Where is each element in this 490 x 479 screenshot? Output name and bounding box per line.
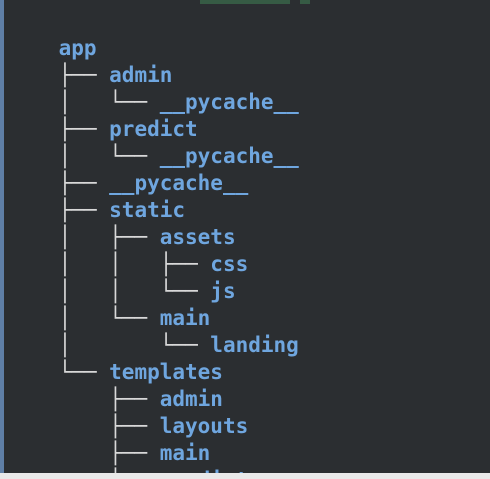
terminal-window: app ├── admin │ └── __pycache__ ├── pred… bbox=[0, 0, 490, 479]
tree-line-predict: ├── predict bbox=[8, 89, 198, 141]
tree-line-layouts: ├── layouts bbox=[8, 386, 248, 438]
directory-name-js[interactable]: js bbox=[210, 279, 235, 303]
left-edge-bar bbox=[0, 0, 4, 479]
tree-line-app: app bbox=[8, 8, 97, 60]
tree-line-js: │ │ └── js bbox=[8, 251, 236, 303]
tree-line-landing: │ └── landing bbox=[8, 305, 299, 357]
top-edge-highlight-small bbox=[300, 0, 310, 4]
tree-line-templates: └── templates bbox=[8, 332, 223, 384]
tree-line-static: ├── static bbox=[8, 170, 185, 222]
directory-name-landing[interactable]: landing bbox=[210, 333, 299, 357]
tree-line-templates-admin: ├── admin bbox=[8, 359, 223, 411]
tree-line-app-pycache: ├── __pycache__ bbox=[8, 143, 249, 195]
tree-line-predict-pycache: │ └── __pycache__ bbox=[8, 116, 299, 168]
tree-line-admin: ├── admin bbox=[8, 35, 173, 87]
bottom-edge bbox=[0, 473, 490, 479]
tree-line-templates-predict: └── predict bbox=[8, 440, 248, 479]
tree-line-assets: │ ├── assets bbox=[8, 197, 236, 249]
tree-line-templates-main: ├── main bbox=[8, 413, 210, 465]
top-edge-highlight bbox=[200, 0, 290, 4]
tree-line-css: │ │ ├── css bbox=[8, 224, 249, 276]
tree-line-main: │ └── main bbox=[8, 278, 211, 330]
tree-line-admin-pycache: │ └── __pycache__ bbox=[8, 62, 299, 114]
